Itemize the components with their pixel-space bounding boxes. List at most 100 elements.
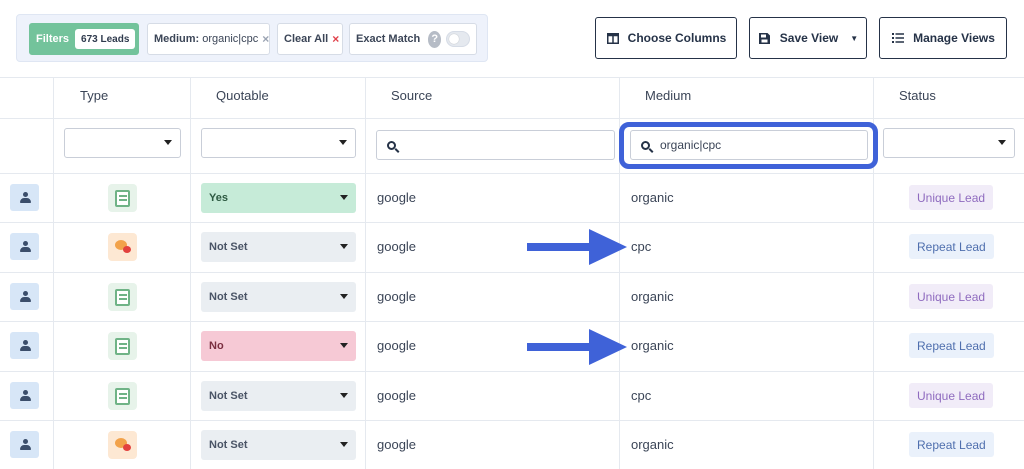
medium-cell: organic bbox=[631, 190, 674, 205]
annotation-arrow-icon bbox=[527, 329, 627, 365]
type-filter-select[interactable] bbox=[64, 128, 181, 158]
list-icon bbox=[891, 31, 905, 45]
medium-cell: organic bbox=[631, 338, 674, 353]
user-glyph bbox=[19, 439, 31, 450]
quotable-select[interactable]: Yes bbox=[201, 183, 356, 213]
source-search-input[interactable] bbox=[376, 130, 615, 160]
save-view-button[interactable]: Save View ▼ bbox=[749, 17, 867, 59]
quotable-select[interactable]: Not Set bbox=[201, 282, 356, 312]
status-badge: Repeat Lead bbox=[909, 432, 994, 457]
exact-match-toggle[interactable] bbox=[446, 31, 470, 47]
status-filter-select[interactable] bbox=[883, 128, 1015, 158]
columns-icon bbox=[606, 31, 620, 45]
chevron-down-icon bbox=[340, 294, 348, 299]
annotation-arrow-icon bbox=[527, 229, 627, 265]
table-row[interactable]: Yes google organic Unique Lead bbox=[0, 173, 1024, 223]
user-glyph bbox=[19, 241, 31, 252]
quotable-select[interactable]: Not Set bbox=[201, 430, 356, 460]
user-icon[interactable] bbox=[10, 382, 39, 409]
user-icon[interactable] bbox=[10, 332, 39, 359]
column-header-quotable[interactable]: Quotable bbox=[216, 88, 269, 103]
medium-cell: organic bbox=[631, 289, 674, 304]
status-badge: Repeat Lead bbox=[909, 234, 994, 259]
form-icon bbox=[108, 184, 137, 212]
table-row[interactable]: Not Set google cpc Repeat Lead bbox=[0, 222, 1024, 272]
clear-all-label: Clear All bbox=[284, 33, 329, 45]
quotable-value: No bbox=[209, 340, 224, 352]
medium-filter-chip[interactable]: Medium: organic|cpc × bbox=[147, 23, 270, 55]
filter-bar: Filters 673 Leads Medium: organic|cpc × … bbox=[16, 14, 488, 62]
exact-match-label: Exact Match bbox=[356, 33, 421, 45]
quotable-filter-select[interactable] bbox=[201, 128, 356, 158]
chevron-down-icon bbox=[340, 195, 348, 200]
search-icon bbox=[387, 140, 396, 150]
doc-glyph bbox=[115, 387, 130, 405]
quotable-value: Not Set bbox=[209, 390, 248, 402]
medium-cell: cpc bbox=[631, 239, 652, 254]
medium-chip-key: Medium: bbox=[154, 33, 200, 45]
quotable-value: Not Set bbox=[209, 241, 248, 253]
column-header-type[interactable]: Type bbox=[80, 88, 108, 103]
status-badge: Unique Lead bbox=[909, 284, 994, 309]
divider bbox=[0, 118, 1024, 119]
quotable-select[interactable]: Not Set bbox=[201, 381, 356, 411]
chevron-down-icon bbox=[340, 343, 348, 348]
chevron-down-icon bbox=[339, 140, 347, 145]
user-glyph bbox=[19, 340, 31, 351]
chevron-down-icon bbox=[340, 393, 348, 398]
leads-count-badge: 673 Leads bbox=[75, 29, 136, 49]
clear-x-icon: × bbox=[332, 32, 340, 46]
table-row[interactable]: Not Set google organic Repeat Lead bbox=[0, 420, 1024, 469]
doc-glyph bbox=[115, 189, 130, 207]
save-icon bbox=[758, 31, 772, 45]
chevron-down-icon bbox=[164, 140, 172, 145]
user-icon[interactable] bbox=[10, 184, 39, 211]
column-header-medium[interactable]: Medium bbox=[645, 88, 691, 103]
bubble bbox=[123, 444, 131, 451]
source-cell: google bbox=[377, 289, 417, 304]
clear-all-button[interactable]: Clear All × bbox=[277, 23, 343, 55]
chevron-down-icon bbox=[340, 442, 348, 447]
quotable-value: Not Set bbox=[209, 291, 248, 303]
exact-match-chip: Exact Match ? bbox=[349, 23, 477, 55]
medium-cell: organic bbox=[631, 437, 674, 452]
bubble bbox=[123, 246, 131, 253]
chat-icon bbox=[108, 431, 137, 459]
chevron-down-icon bbox=[998, 140, 1006, 145]
remove-filter-icon[interactable]: × bbox=[262, 32, 269, 46]
user-glyph bbox=[19, 192, 31, 203]
choose-columns-label: Choose Columns bbox=[627, 31, 727, 45]
table-row[interactable]: No google organic Repeat Lead bbox=[0, 321, 1024, 371]
save-view-label: Save View bbox=[779, 31, 839, 45]
quotable-select[interactable]: Not Set bbox=[201, 232, 356, 262]
doc-glyph bbox=[115, 337, 130, 355]
form-icon bbox=[108, 332, 137, 360]
quotable-select[interactable]: No bbox=[201, 331, 356, 361]
column-header-status[interactable]: Status bbox=[899, 88, 936, 103]
table-row[interactable]: Not Set google organic Unique Lead bbox=[0, 272, 1024, 322]
user-glyph bbox=[19, 291, 31, 302]
manage-views-label: Manage Views bbox=[913, 31, 995, 45]
column-header-source[interactable]: Source bbox=[391, 88, 432, 103]
doc-glyph bbox=[115, 288, 130, 306]
user-icon[interactable] bbox=[10, 283, 39, 310]
form-icon bbox=[108, 283, 137, 311]
manage-views-button[interactable]: Manage Views bbox=[879, 17, 1007, 59]
filters-label: Filters bbox=[36, 33, 70, 45]
source-cell: google bbox=[377, 338, 417, 353]
form-icon bbox=[108, 382, 137, 410]
filters-chip[interactable]: Filters 673 Leads bbox=[29, 23, 139, 55]
user-icon[interactable] bbox=[10, 431, 39, 458]
annotation-highlight-box bbox=[619, 122, 878, 169]
table-row[interactable]: Not Set google cpc Unique Lead bbox=[0, 371, 1024, 421]
status-badge: Unique Lead bbox=[909, 383, 994, 408]
user-glyph bbox=[19, 390, 31, 401]
source-cell: google bbox=[377, 239, 417, 254]
quotable-value: Yes bbox=[209, 192, 228, 204]
chevron-down-icon: ▼ bbox=[850, 33, 859, 43]
source-cell: google bbox=[377, 437, 417, 452]
divider bbox=[0, 77, 1024, 78]
help-icon[interactable]: ? bbox=[428, 30, 442, 48]
choose-columns-button[interactable]: Choose Columns bbox=[595, 17, 737, 59]
user-icon[interactable] bbox=[10, 233, 39, 260]
